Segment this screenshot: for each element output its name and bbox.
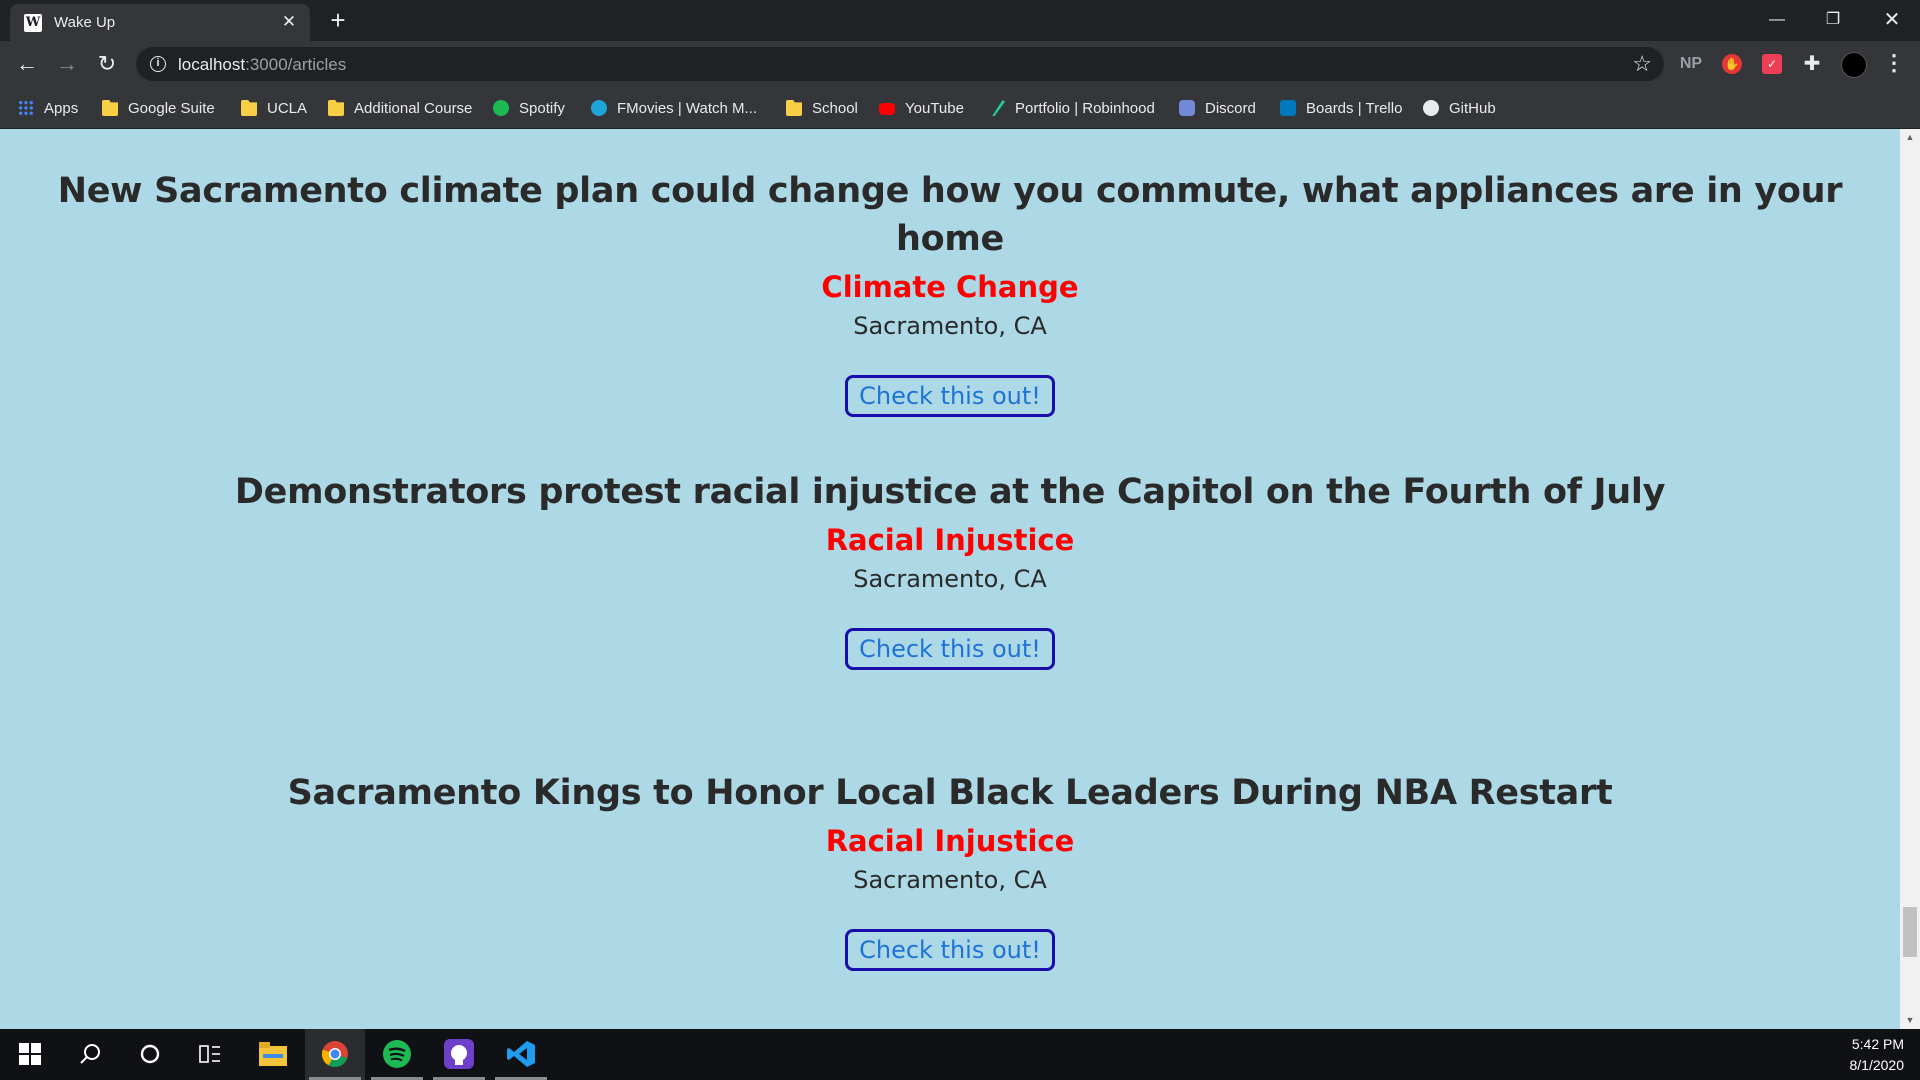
chrome-taskbar-icon[interactable] [305, 1029, 365, 1080]
scroll-up-arrow-icon[interactable]: ▲ [1900, 129, 1920, 146]
url-path: :3000/articles [245, 55, 347, 74]
folder-icon [328, 100, 344, 116]
bookmarks-bar: Apps Google Suite UCLA Additional Course… [0, 87, 1920, 129]
bookmark-label: UCLA [267, 99, 308, 117]
back-button[interactable]: ← [12, 49, 42, 79]
article-location: Sacramento, CA [853, 312, 1047, 340]
wake-up-favicon-icon: W [24, 14, 42, 32]
bookmark-label: GitHub [1449, 99, 1496, 117]
fmovies-icon [591, 100, 607, 116]
spotify-taskbar-icon[interactable] [367, 1029, 427, 1080]
forward-button[interactable]: → [52, 49, 82, 79]
vscode-taskbar-icon[interactable] [491, 1029, 551, 1080]
article-category: Climate Change [821, 270, 1079, 304]
extensions-puzzle-icon[interactable]: ✚ [1799, 51, 1825, 77]
windows-taskbar: 5:42 PM 8/1/2020 [0, 1029, 1920, 1080]
bookmark-label: Portfolio | Robinhood [1015, 99, 1155, 117]
article-title: Demonstrators protest racial injustice a… [234, 472, 1666, 512]
task-view-icon[interactable] [180, 1029, 240, 1080]
clock-date: 8/1/2020 [1849, 1057, 1905, 1073]
bookmark-label: Apps [44, 99, 79, 117]
search-icon[interactable] [60, 1029, 120, 1080]
youtube-icon [879, 103, 895, 115]
scroll-down-arrow-icon[interactable]: ▼ [1900, 1012, 1920, 1029]
folder-icon [102, 100, 118, 116]
np-extension-icon[interactable]: NP [1678, 51, 1704, 77]
discord-icon [1179, 100, 1195, 116]
check-this-out-button[interactable]: Check this out! [845, 929, 1055, 971]
tab-wake-up[interactable]: W Wake Up ✕ [10, 4, 310, 41]
restore-button[interactable]: ❐ [1805, 0, 1861, 41]
bookmark-star-icon[interactable]: ☆ [1632, 51, 1652, 77]
site-info-icon[interactable]: i [150, 56, 166, 72]
pocket-extension-icon[interactable]: ✓ [1762, 54, 1782, 74]
address-bar[interactable]: i localhost:3000/articles ☆ [136, 47, 1664, 81]
article-category: Racial Injustice [825, 523, 1075, 557]
close-window-button[interactable]: ✕ [1864, 0, 1920, 41]
cortana-icon[interactable] [120, 1029, 180, 1080]
spotify-icon [493, 100, 509, 116]
tab-strip: W Wake Up ✕ + — ❐ ✕ [0, 0, 1920, 41]
article-card: Sacramento Kings to Honor Local Black Le… [0, 769, 1900, 971]
article-category: Racial Injustice [825, 824, 1075, 858]
bookmark-robinhood[interactable]: Portfolio | Robinhood [989, 97, 1155, 119]
robinhood-icon [992, 100, 1005, 116]
hand-extension-icon[interactable]: ✋ [1722, 54, 1742, 74]
browser-toolbar: ← → ↻ i localhost:3000/articles ☆ NP ✋ ✓… [0, 41, 1920, 87]
article-title: New Sacramento climate plan could change… [57, 171, 1843, 259]
trello-icon [1280, 100, 1296, 116]
bookmark-fmovies[interactable]: FMovies | Watch M... [591, 97, 757, 119]
bookmark-label: Google Suite [128, 99, 215, 117]
article-title: Sacramento Kings to Honor Local Black Le… [287, 773, 1613, 813]
tab-title: Wake Up [54, 14, 116, 31]
url-text: localhost:3000/articles [178, 55, 346, 75]
bookmark-spotify[interactable]: Spotify [493, 97, 565, 119]
check-this-out-button[interactable]: Check this out! [845, 628, 1055, 670]
folder-icon [786, 100, 802, 116]
bookmark-label: Boards | Trello [1306, 99, 1403, 117]
bookmark-label: Spotify [519, 99, 565, 117]
bookmark-trello[interactable]: Boards | Trello [1280, 97, 1402, 119]
bookmark-label: Discord [1205, 99, 1256, 117]
bookmark-google-suite[interactable]: Google Suite [102, 97, 215, 119]
bookmark-discord[interactable]: Discord [1179, 97, 1256, 119]
clock-time: 5:42 PM [1851, 1036, 1904, 1052]
check-this-out-button[interactable]: Check this out! [845, 375, 1055, 417]
page-scrollbar[interactable]: ▲ ▼ [1900, 129, 1920, 1029]
start-windows-icon[interactable] [0, 1029, 60, 1080]
bookmark-ucla[interactable]: UCLA [241, 97, 307, 119]
article-card: Demonstrators protest racial injustice a… [0, 468, 1900, 670]
system-clock[interactable]: 5:42 PM 8/1/2020 [1850, 1034, 1905, 1076]
url-host: localhost [178, 55, 246, 74]
profile-avatar[interactable] [1841, 52, 1867, 78]
bookmark-label: School [812, 99, 858, 117]
bookmark-label: FMovies | Watch M... [617, 99, 758, 117]
bookmark-apps[interactable]: Apps [18, 97, 78, 119]
folder-icon [241, 100, 257, 116]
github-desktop-taskbar-icon[interactable] [429, 1029, 489, 1080]
file-explorer-icon[interactable] [243, 1029, 303, 1080]
bookmark-school[interactable]: School [786, 97, 858, 119]
bookmark-label: Additional Course [354, 99, 473, 117]
article-location: Sacramento, CA [853, 565, 1047, 593]
browser-menu-icon[interactable]: ⋮ [1883, 50, 1905, 76]
new-tab-button[interactable]: + [324, 6, 352, 34]
apps-grid-icon [18, 100, 34, 116]
scroll-thumb[interactable] [1903, 907, 1917, 957]
bookmark-label: YouTube [905, 99, 964, 117]
minimize-button[interactable]: — [1749, 0, 1805, 41]
bookmark-additional-course[interactable]: Additional Course [328, 97, 472, 119]
tab-close-icon[interactable]: ✕ [278, 11, 300, 33]
github-icon [1423, 100, 1439, 116]
article-location: Sacramento, CA [853, 866, 1047, 894]
bookmark-github[interactable]: GitHub [1423, 97, 1496, 119]
article-card: New Sacramento climate plan could change… [0, 167, 1900, 417]
bookmark-youtube[interactable]: YouTube [879, 97, 964, 119]
reload-button[interactable]: ↻ [92, 49, 122, 79]
articles-page: New Sacramento climate plan could change… [0, 129, 1900, 1029]
